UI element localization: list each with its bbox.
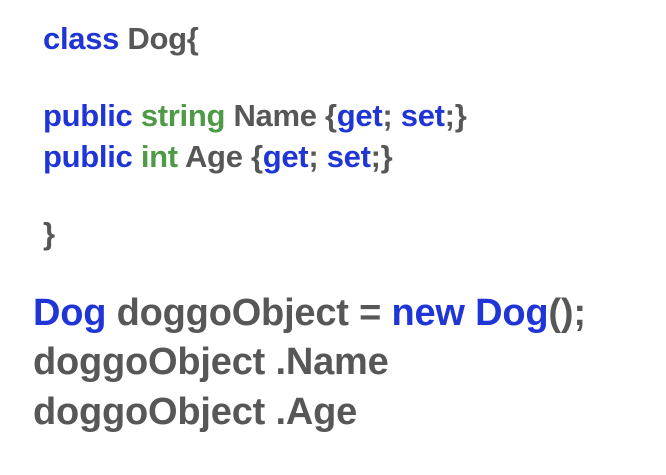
dog-type: Dog (33, 292, 107, 334)
name-access-line: doggoObject .Name (33, 341, 389, 383)
set-keyword: set (400, 98, 445, 133)
get-keyword: get (262, 139, 309, 174)
close-brace: ;} (370, 139, 393, 174)
class-keyword: class (43, 21, 120, 56)
call-parens: (); (548, 292, 586, 334)
name-property-line: public string Name {get; set;} (43, 98, 467, 133)
int-type: int (140, 139, 178, 174)
set-keyword: set (326, 139, 371, 174)
constructor-name: Dog (475, 292, 549, 334)
public-keyword: public (43, 98, 133, 133)
string-type: string (140, 98, 226, 133)
object-instantiation-line: Dog doggoObject = new Dog(); (33, 294, 586, 332)
open-brace: { (325, 98, 337, 133)
close-brace: ;} (444, 98, 467, 133)
open-brace: { (250, 139, 263, 174)
public-keyword: public (43, 139, 133, 174)
semicolon: ; (308, 139, 319, 174)
class-name: Dog{ (127, 21, 199, 56)
age-access-line: doggoObject .Age (33, 391, 358, 433)
variable-name: doggoObject (116, 292, 349, 334)
age-property-line: public int Age {get; set;} (43, 139, 393, 174)
assign-operator: = (359, 292, 382, 334)
age-property: Age (184, 139, 243, 174)
get-keyword: get (336, 98, 383, 133)
semicolon: ; (382, 98, 393, 133)
class-closing-brace: } (43, 216, 55, 251)
name-property: Name (233, 98, 317, 133)
class-declaration-line: class Dog{ (43, 23, 199, 54)
new-keyword: new (391, 292, 465, 334)
